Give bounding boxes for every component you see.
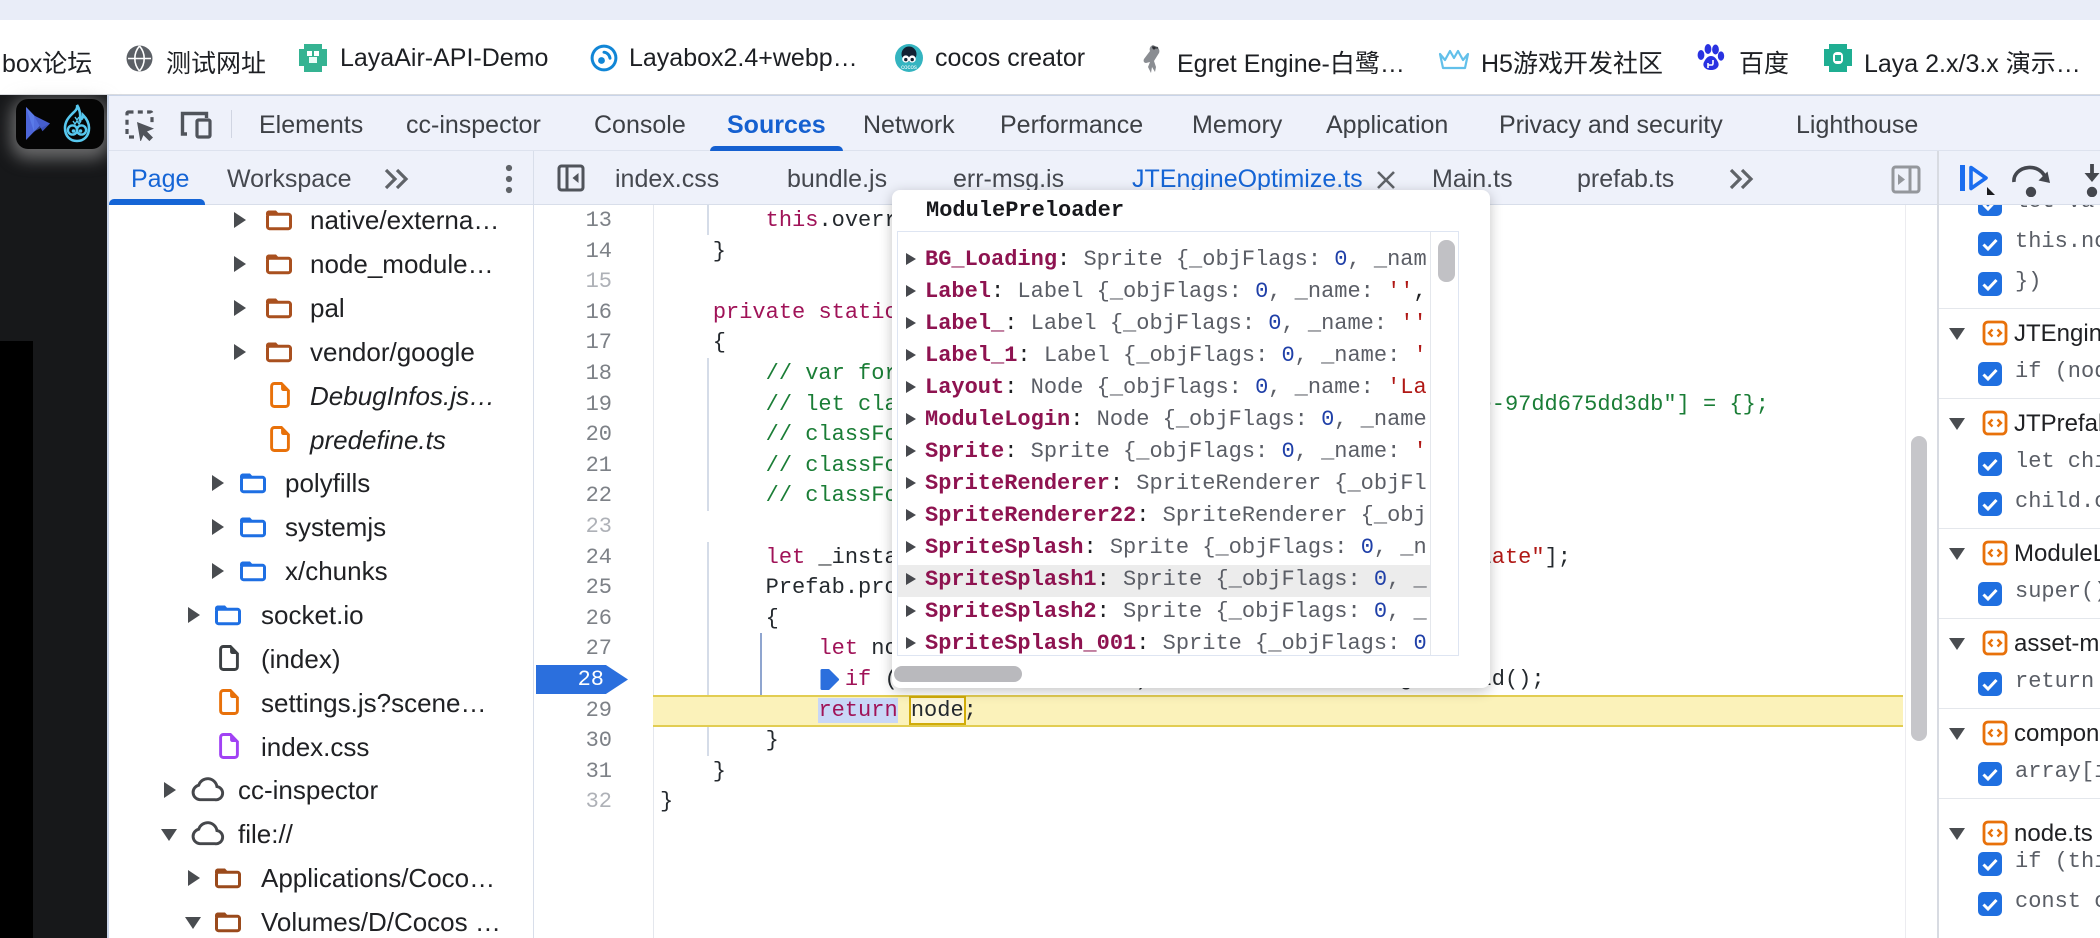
svg-text:cocos: cocos	[901, 65, 917, 71]
